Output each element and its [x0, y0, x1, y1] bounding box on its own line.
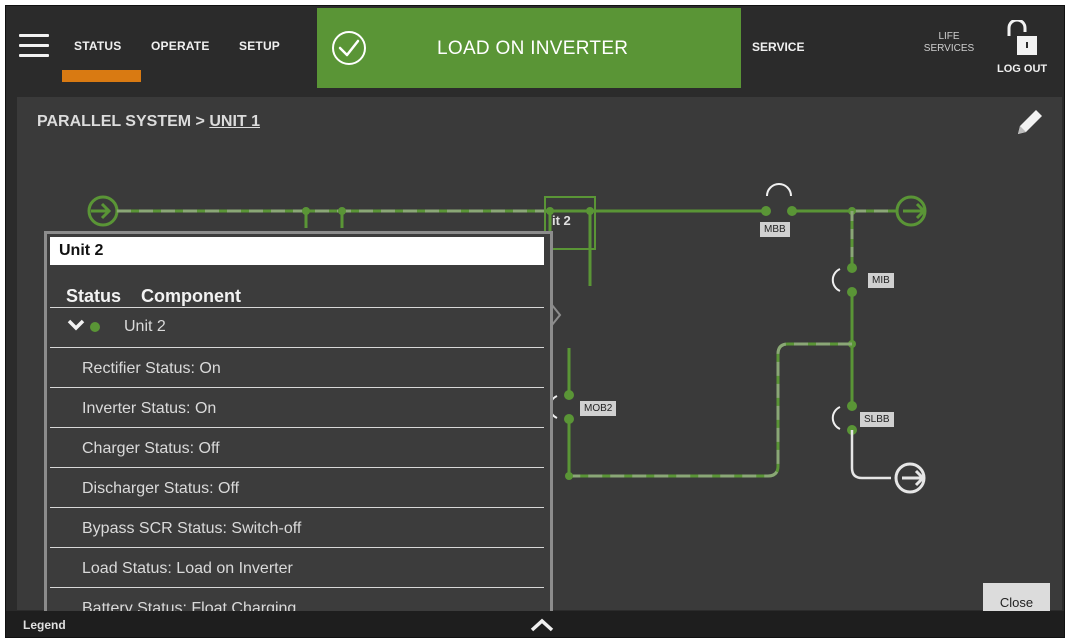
list-item-text: Load Status: Load on Inverter: [82, 560, 293, 577]
header-status: Status: [66, 286, 122, 306]
unit-2-block-label: it 2: [552, 213, 571, 228]
popup-title: Unit 2: [50, 237, 544, 265]
output-icon: [895, 195, 927, 227]
unit-row-label: Unit 2: [124, 318, 166, 335]
list-item-text: Bypass SCR Status: Switch-off: [82, 520, 302, 537]
list-item: Bypass SCR Status: Switch-off: [50, 507, 544, 547]
list-item-text: Charger Status: Off: [82, 440, 220, 457]
unit-status-popup: Unit 2 Status Component Unit 2 Rectifier …: [44, 231, 553, 618]
input-icon: [87, 195, 119, 227]
header-component: Component: [141, 286, 241, 306]
list-item: Inverter Status: On: [50, 387, 544, 427]
slbb-label: SLBB: [860, 412, 894, 427]
mib-label: MIB: [868, 273, 894, 288]
load-output-icon: [894, 462, 926, 494]
legend-label: Legend: [23, 618, 66, 632]
list-item: Discharger Status: Off: [50, 467, 544, 507]
popup-header: Status Component: [66, 286, 241, 307]
chevron-down-icon[interactable]: [67, 319, 85, 331]
status-dot: [90, 322, 100, 332]
app-window: STATUS OPERATE SETUP LOAD ON INVERTER SE…: [5, 5, 1065, 638]
legend-bar[interactable]: Legend: [6, 611, 1064, 637]
chevron-up-icon[interactable]: [529, 617, 555, 633]
list-item: Load Status: Load on Inverter: [50, 547, 544, 587]
list-item: Rectifier Status: On: [50, 347, 544, 387]
mbb-label: MBB: [760, 222, 790, 237]
list-item-text: Rectifier Status: On: [82, 360, 221, 377]
list-item-text: Inverter Status: On: [82, 400, 217, 417]
list-item-text: Discharger Status: Off: [82, 480, 240, 497]
mob2-label: MOB2: [580, 401, 617, 416]
list-item: Charger Status: Off: [50, 427, 544, 467]
unit-row[interactable]: Unit 2: [50, 307, 544, 347]
